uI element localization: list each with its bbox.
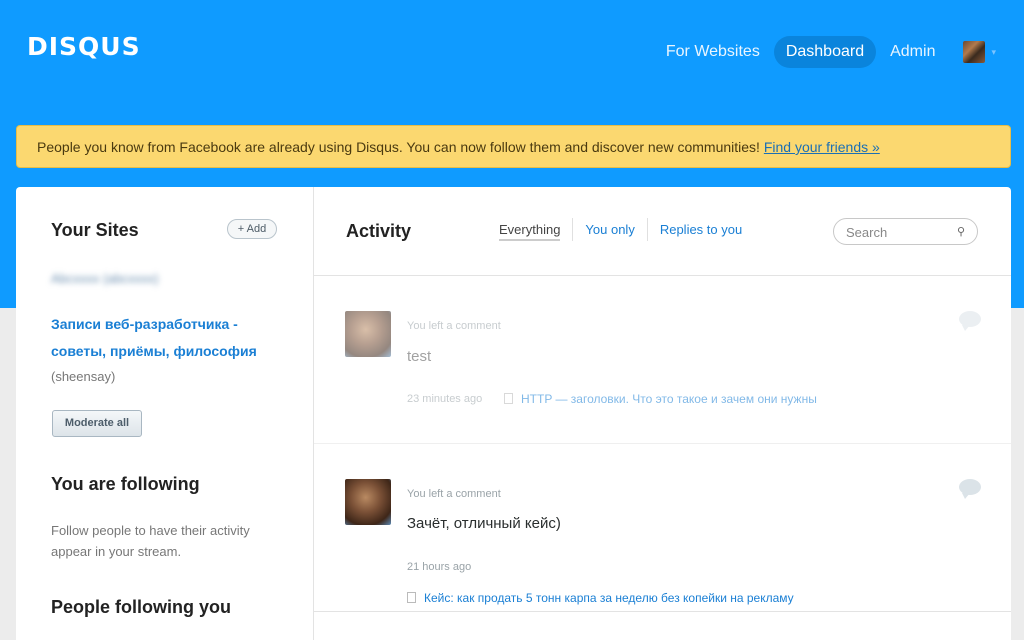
activity-main: Activity Everything You only Replies to … [314,187,1011,640]
thread-title[interactable]: Кейс: как продать 5 тонн карпа за неделю… [424,591,794,605]
activity-header: Activity Everything You only Replies to … [314,187,1011,276]
search-icon[interactable]: ⚲ [957,225,965,238]
sidebar: Your Sites + Add Abcxxxx (abcxxxx) Запис… [16,187,314,640]
find-friends-link[interactable]: Find your friends » [764,139,880,155]
thread-link[interactable]: Кейс: как продать 5 тонн карпа за неделю… [407,591,794,605]
activity-filters: Everything You only Replies to you [487,218,754,241]
document-icon [407,592,416,603]
top-nav: For Websites Dashboard Admin ▾ [652,36,996,68]
moderate-all-button[interactable]: Moderate all [52,410,142,437]
blurred-site-link[interactable]: Abcxxxx (abcxxxx) [51,271,196,286]
add-site-button[interactable]: + Add [227,219,277,239]
item-meta: You left a comment [407,320,501,332]
filter-everything[interactable]: Everything [487,218,574,241]
activity-item: You left a comment test 23 minutes ago H… [314,276,1011,444]
user-avatar[interactable] [963,41,986,63]
comment-time[interactable]: 21 hours ago [407,561,471,573]
filter-everything-label: Everything [499,222,561,241]
facebook-notice: People you know from Facebook are alread… [16,125,1011,168]
activity-item: You left a comment Зачёт, отличный кейс)… [314,444,1011,612]
comment-time[interactable]: 23 minutes ago [407,393,482,405]
your-sites-title: Your Sites [51,220,139,240]
site-name-link[interactable]: Записи веб-разработчика - советы, приёмы… [51,311,281,365]
filter-replies[interactable]: Replies to you [648,218,754,241]
dashboard-panel: Your Sites + Add Abcxxxx (abcxxxx) Запис… [16,187,1011,640]
activity-title: Activity [346,221,412,241]
nav-dashboard[interactable]: Dashboard [773,36,877,68]
thread-link[interactable]: HTTP — заголовки. Что это такое и зачем … [504,392,817,406]
disqus-logo[interactable]: DISQUS [27,32,141,61]
nav-admin[interactable]: Admin [878,36,947,68]
document-icon [504,393,513,404]
comment-bubble-icon[interactable] [959,479,981,499]
commenter-avatar[interactable] [345,311,391,357]
site-owner: (sheensay) [51,369,116,384]
item-meta: You left a comment [407,488,501,500]
followers-title: People following you [51,597,231,617]
comment-text: Зачёт, отличный кейс) [407,515,561,532]
search-placeholder: Search [846,225,888,240]
following-title: You are following [51,474,200,494]
search-input[interactable]: Search ⚲ [833,218,978,245]
chevron-down-icon[interactable]: ▾ [991,47,996,58]
commenter-avatar[interactable] [345,479,391,525]
filter-you-only[interactable]: You only [573,218,648,241]
notice-text: People you know from Facebook are alread… [37,139,764,155]
thread-title[interactable]: HTTP — заголовки. Что это такое и зачем … [521,392,817,406]
comment-text: test [407,348,432,365]
comment-bubble-icon[interactable] [959,311,981,331]
nav-for-websites[interactable]: For Websites [654,36,772,68]
following-text: Follow people to have their activity app… [51,523,250,559]
